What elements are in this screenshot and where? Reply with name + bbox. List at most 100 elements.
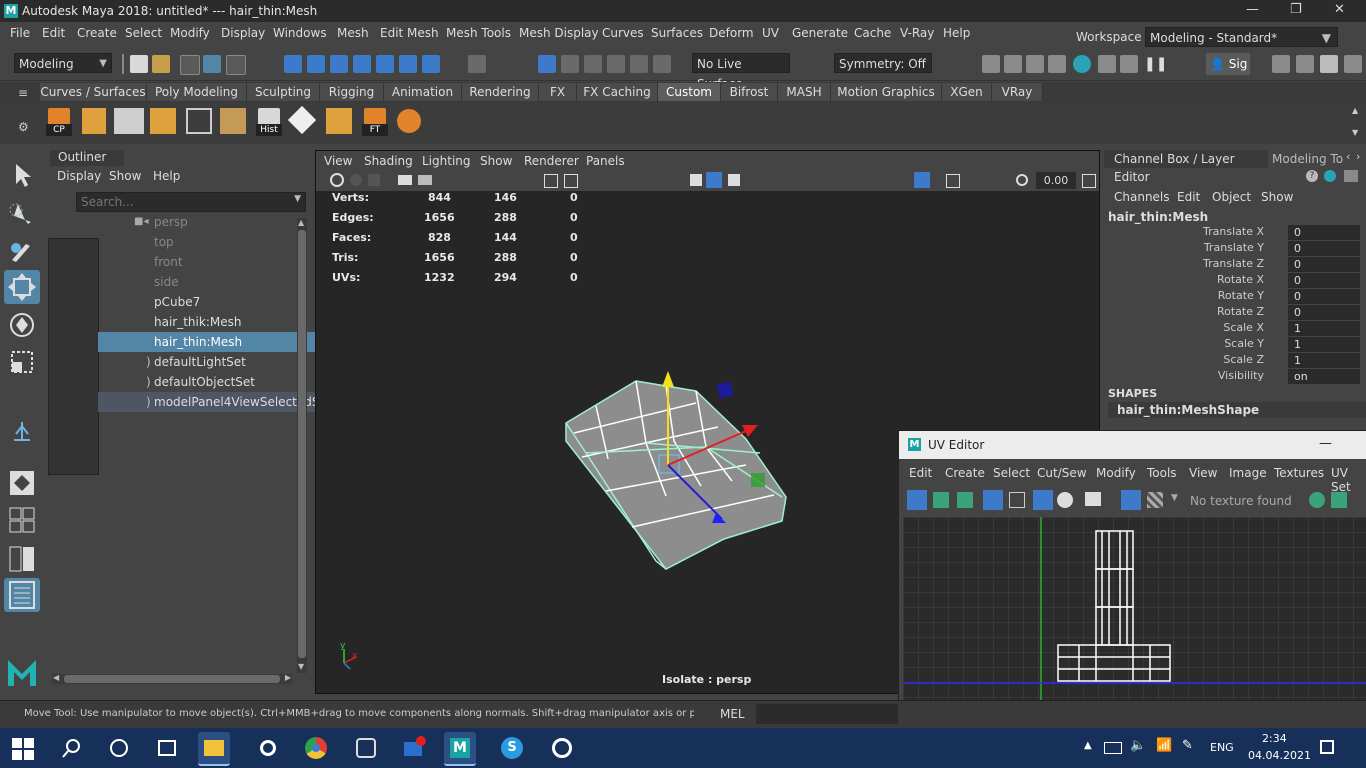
uv-menu-modify[interactable]: Modify	[1096, 466, 1136, 480]
uv-grid-icon[interactable]	[1009, 492, 1025, 508]
shelf-settings-icon[interactable]: ≡	[18, 86, 28, 100]
shelf-tab-bifrost[interactable]: Bifrost	[721, 83, 778, 101]
shelf-tab-custom[interactable]: Custom	[658, 83, 721, 101]
last-tool-icon[interactable]	[4, 416, 40, 450]
live-surface-field[interactable]: No Live Surface	[692, 53, 790, 91]
attr-value[interactable]: 1	[1288, 321, 1360, 336]
merge-shelf-icon[interactable]	[326, 108, 352, 134]
hypershade-small-icon[interactable]	[1324, 170, 1336, 182]
sign-in-button[interactable]: 👤 Sig	[1206, 53, 1250, 75]
menu-select[interactable]: Select	[125, 26, 162, 40]
snap-point-icon[interactable]	[330, 55, 348, 73]
help-icon[interactable]: ?	[1306, 170, 1318, 182]
snap-view-icon[interactable]	[353, 55, 371, 73]
uv-minimize-button[interactable]: —	[1319, 436, 1332, 451]
attr-row[interactable]: Scale Z 1	[1100, 353, 1366, 369]
lock-icon[interactable]	[468, 55, 486, 73]
scroll-thumb[interactable]	[298, 230, 306, 658]
search-icon[interactable]	[62, 738, 82, 758]
exposure-field[interactable]: 0.00	[1036, 172, 1076, 189]
menu-mesh-display[interactable]: Mesh Display	[519, 26, 599, 40]
move-tool-icon[interactable]	[4, 270, 40, 304]
image-plane-icon[interactable]	[368, 174, 380, 186]
uv-checker-icon[interactable]	[1147, 492, 1163, 508]
uv-menu-edit[interactable]: Edit	[909, 466, 932, 480]
outliner-tab[interactable]: Outliner	[50, 150, 124, 166]
shelf-scroll-up-icon[interactable]: ▲	[1352, 106, 1358, 115]
attr-value[interactable]: on	[1288, 369, 1360, 384]
uv-shaded-icon[interactable]	[1057, 492, 1073, 508]
menu-surfaces[interactable]: Surfaces	[651, 26, 703, 40]
render-frame-icon[interactable]	[982, 55, 1000, 73]
node-editor-icon[interactable]	[1344, 170, 1358, 182]
construction-history-icon[interactable]	[607, 55, 625, 73]
history-icon[interactable]	[538, 55, 556, 73]
uv-snapshot-icon[interactable]	[1085, 492, 1101, 506]
shelf-tab-fx-caching[interactable]: FX Caching	[577, 83, 658, 101]
channel-menu-show[interactable]: Show	[1261, 190, 1293, 204]
mesh-object[interactable]	[546, 361, 796, 581]
uv-shell-green-icon[interactable]	[957, 492, 973, 508]
mode-dropdown[interactable]: Modeling ▼	[14, 53, 112, 73]
shelf-tab-poly-modeling[interactable]: Poly Modeling	[147, 83, 247, 101]
uv-pixel-snap-icon[interactable]	[1033, 490, 1053, 510]
menu-curves[interactable]: Curves	[602, 26, 644, 40]
shelf-tab-rigging[interactable]: Rigging	[320, 83, 384, 101]
attr-value[interactable]: 0	[1288, 289, 1360, 304]
rotate-tool-icon[interactable]	[4, 308, 40, 342]
outliner-menu-show[interactable]: Show	[109, 169, 141, 183]
cp-shelf-button[interactable]: CP	[44, 106, 74, 138]
search-input[interactable]	[79, 193, 283, 211]
tool-settings-icon[interactable]	[1344, 55, 1362, 73]
chevron-down-icon[interactable]: ▼	[1171, 493, 1178, 503]
clock-time[interactable]: 2:34	[1262, 732, 1287, 745]
select-component-icon[interactable]	[226, 55, 246, 75]
magnet-icon[interactable]	[630, 55, 648, 73]
channel-menu-edit[interactable]: Edit	[1177, 190, 1200, 204]
file-explorer-icon[interactable]	[198, 732, 230, 766]
uv-menu-cut-sew[interactable]: Cut/Sew	[1037, 466, 1087, 480]
hist-shelf-button[interactable]: Hist	[254, 106, 284, 138]
attr-value[interactable]: 0	[1288, 225, 1360, 240]
attr-row[interactable]: Translate Y 0	[1100, 241, 1366, 257]
uv-shelf-icon[interactable]	[220, 108, 246, 134]
attr-value[interactable]: 0	[1288, 241, 1360, 256]
symmetry-dropdown[interactable]: Symmetry: Off	[834, 53, 932, 73]
select-object-icon[interactable]	[203, 55, 221, 73]
attr-value[interactable]: 1	[1288, 337, 1360, 352]
attr-row[interactable]: Rotate Y 0	[1100, 289, 1366, 305]
shelf-tab-vray[interactable]: VRay	[992, 83, 1043, 101]
shelf-scroll-down-icon[interactable]: ▼	[1352, 128, 1358, 137]
smooth-shade-all-icon[interactable]	[706, 172, 722, 188]
render-settings-icon[interactable]	[1048, 55, 1066, 73]
menu-deform[interactable]: Deform	[709, 26, 754, 40]
exposure-icon[interactable]	[1016, 174, 1028, 186]
select-hierarchy-icon[interactable]	[180, 55, 200, 75]
outliner-search[interactable]: ▼	[76, 192, 306, 212]
vp-menu-panels[interactable]: Panels	[586, 154, 625, 168]
plane-shelf-icon[interactable]	[114, 108, 144, 134]
vp-menu-view[interactable]: View	[324, 154, 352, 168]
uv-refresh-icon[interactable]	[1309, 492, 1325, 508]
input-ops-icon[interactable]	[561, 55, 579, 73]
uv-select-icon[interactable]	[907, 490, 927, 510]
attr-row[interactable]: Scale X 1	[1100, 321, 1366, 337]
menu-windows[interactable]: Windows	[273, 26, 327, 40]
uv-menu-textures[interactable]: Textures	[1274, 466, 1324, 480]
select-tool-icon[interactable]	[4, 158, 40, 192]
attr-row[interactable]: Scale Y 1	[1100, 337, 1366, 353]
clock-date[interactable]: 04.04.2021	[1248, 749, 1311, 762]
settings-icon[interactable]	[252, 732, 284, 764]
shelf-options-icon[interactable]: ⚙	[18, 120, 29, 134]
menu-uv[interactable]: UV	[762, 26, 779, 40]
smooth-shade-icon[interactable]	[690, 174, 702, 186]
attr-value[interactable]: 1	[1288, 353, 1360, 368]
hypershade-icon[interactable]	[1073, 55, 1091, 73]
attribute-editor-icon[interactable]	[1296, 55, 1314, 73]
uv-menu-tools[interactable]: Tools	[1147, 466, 1177, 480]
notifications-icon[interactable]	[1320, 740, 1334, 754]
vp-menu-show[interactable]: Show	[480, 154, 512, 168]
menu-display[interactable]: Display	[221, 26, 265, 40]
vray-render-icon[interactable]	[1120, 55, 1138, 73]
open-scene-icon[interactable]	[152, 55, 170, 73]
